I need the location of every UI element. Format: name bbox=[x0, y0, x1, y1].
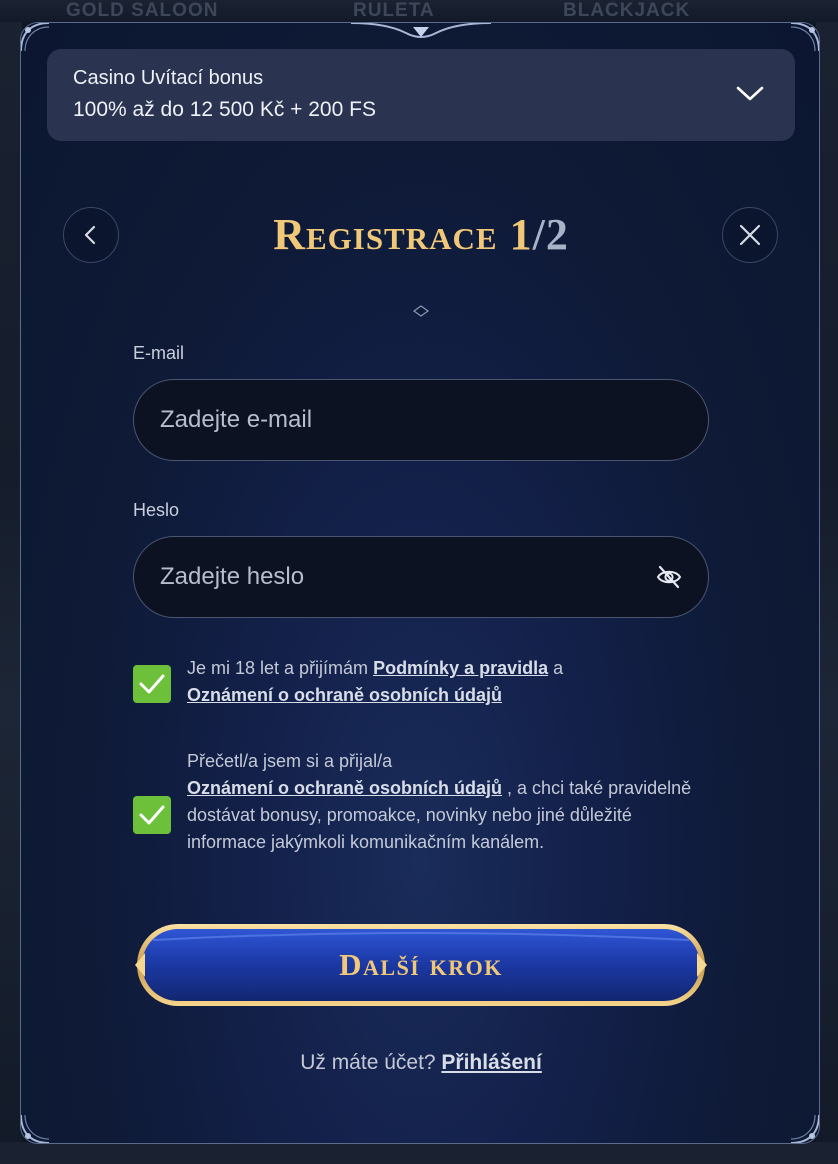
password-input[interactable]: Zadejte heslo bbox=[133, 536, 709, 618]
check-icon bbox=[139, 674, 165, 694]
corner-ornament bbox=[790, 1114, 819, 1143]
age-consent-middle: a bbox=[548, 658, 564, 678]
chevron-down-icon[interactable] bbox=[735, 81, 765, 105]
privacy-link[interactable]: Oznámení o ochraně osobních údajů bbox=[187, 778, 502, 798]
email-placeholder: Zadejte e-mail bbox=[160, 406, 313, 433]
background-game-title: GOLD SALOON bbox=[66, 0, 219, 21]
login-link[interactable]: Přihlášení bbox=[441, 1051, 541, 1074]
eye-off-icon[interactable] bbox=[656, 564, 682, 590]
title-divider bbox=[171, 305, 671, 317]
title-total: 2 bbox=[545, 210, 569, 259]
page-title: Registrace 1/2 bbox=[21, 209, 819, 260]
title-slash: / bbox=[532, 210, 546, 259]
background-game-title: RULETA bbox=[353, 0, 435, 21]
bonus-title: Casino Uvítací bonus bbox=[73, 67, 264, 89]
title-step: 1 bbox=[509, 210, 533, 259]
bonus-selector[interactable]: Casino Uvítací bonus 100% až do 12 500 K… bbox=[47, 49, 795, 141]
next-step-button[interactable]: Další krok bbox=[131, 920, 711, 1010]
login-prompt-text: Už máte účet? bbox=[300, 1051, 442, 1074]
email-input[interactable]: Zadejte e-mail bbox=[133, 379, 709, 461]
age-consent-text: Je mi 18 let a přijímám Podmínky a pravi… bbox=[187, 655, 707, 709]
top-ornament bbox=[351, 23, 491, 38]
password-placeholder: Zadejte heslo bbox=[160, 563, 305, 590]
background-bottom bbox=[0, 1142, 838, 1164]
background-game-title: BLACKJACK bbox=[563, 0, 691, 21]
marketing-consent-checkbox[interactable] bbox=[133, 796, 171, 834]
password-label: Heslo bbox=[133, 500, 180, 520]
login-prompt: Už máte účet? Přihlášení bbox=[21, 1051, 819, 1075]
registration-modal: Casino Uvítací bonus 100% až do 12 500 K… bbox=[20, 22, 820, 1144]
background-game-strip: GOLD SALOON RULETA BLACKJACK bbox=[0, 0, 838, 22]
corner-ornament bbox=[790, 23, 819, 52]
email-label: E-mail bbox=[133, 343, 185, 363]
background-left bbox=[0, 22, 22, 1164]
corner-ornament bbox=[21, 23, 50, 52]
corner-ornament bbox=[21, 1114, 50, 1143]
age-consent-checkbox[interactable] bbox=[133, 665, 171, 703]
terms-link[interactable]: Podmínky a pravidla bbox=[373, 658, 548, 678]
age-consent-prefix: Je mi 18 let a přijímám bbox=[187, 658, 374, 678]
title-main: Registrace bbox=[273, 210, 498, 259]
check-icon bbox=[139, 805, 165, 825]
privacy-link[interactable]: Oznámení o ochraně osobních údajů bbox=[187, 685, 502, 705]
marketing-consent-prefix: Přečetl/a jsem si a přijal/a bbox=[187, 751, 393, 771]
bonus-amount: 100% až do 12 500 Kč + 200 FS bbox=[73, 98, 376, 121]
next-step-label: Další krok bbox=[339, 947, 503, 982]
marketing-consent-text: Přečetl/a jsem si a přijal/a Oznámení o … bbox=[187, 748, 707, 856]
